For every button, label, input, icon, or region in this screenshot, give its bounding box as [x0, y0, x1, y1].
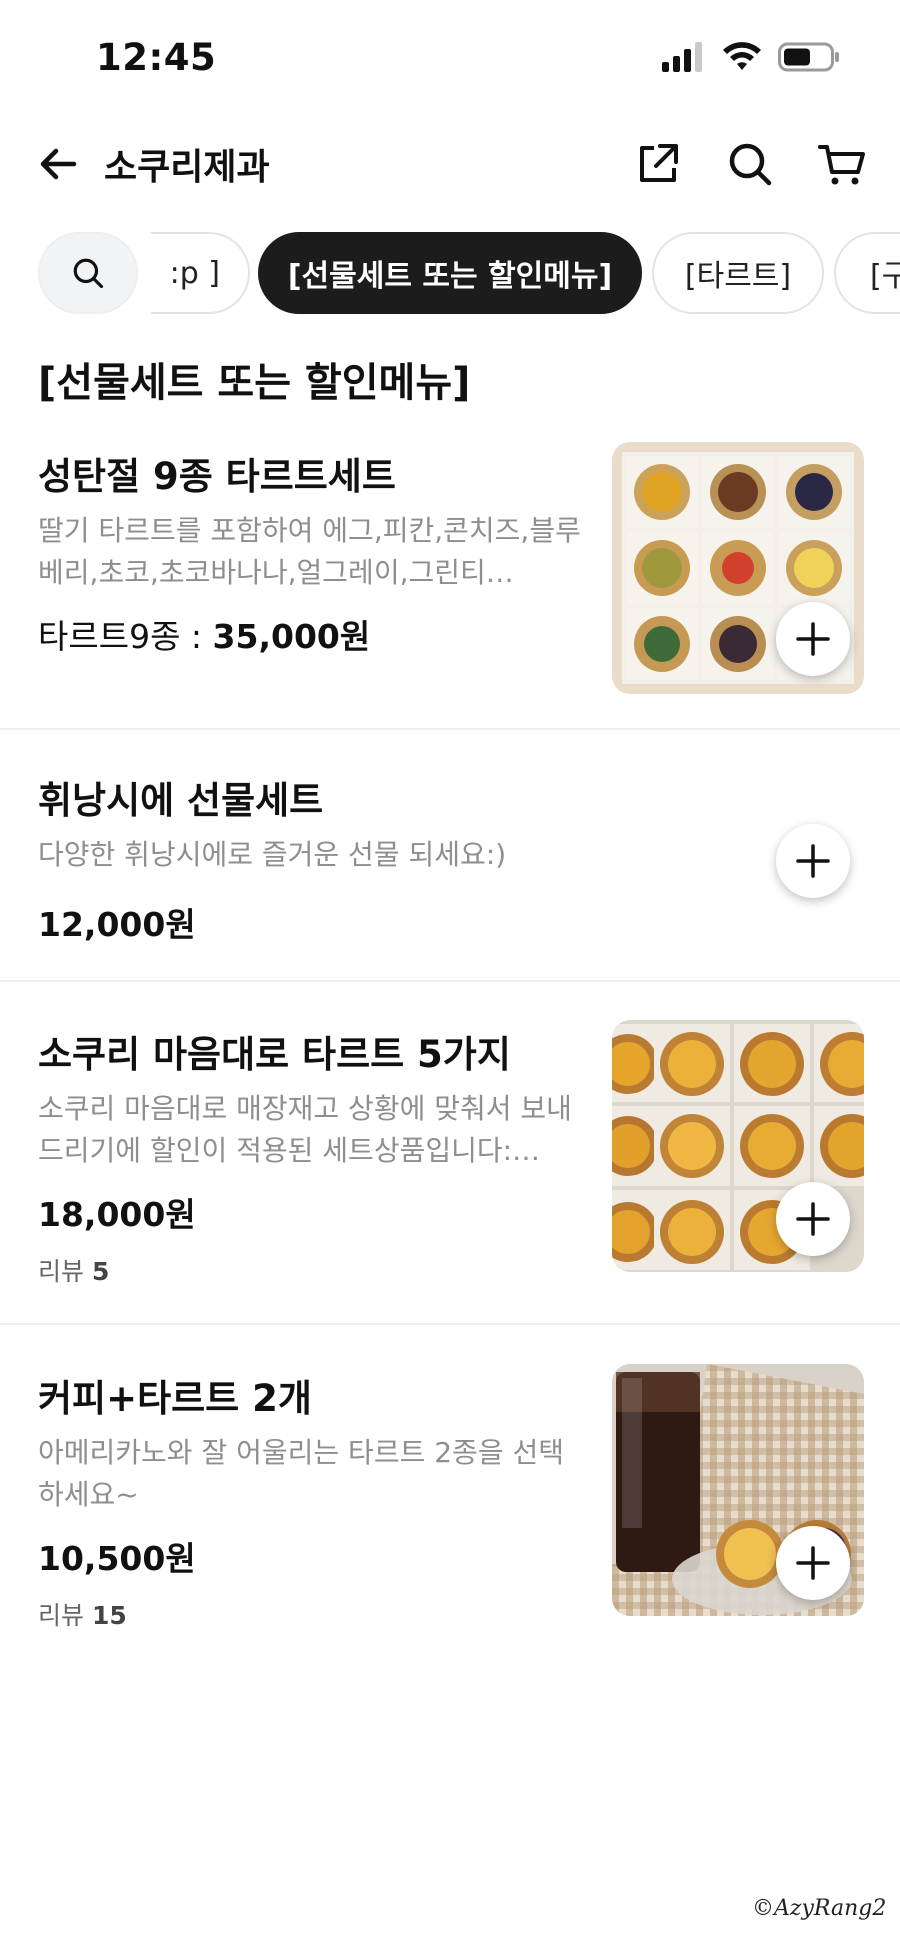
cellular-signal-icon	[662, 42, 702, 72]
back-arrow-icon[interactable]	[34, 140, 82, 188]
menu-item-name: 휘낭시에 선물세트	[38, 779, 324, 822]
menu-item[interactable]: 휘낭시에 선물세트 다양한 휘낭시에로 즐거운 선물 되세요:) 12,000원	[0, 730, 900, 980]
search-icon	[73, 258, 104, 289]
add-to-cart-button[interactable]	[776, 824, 850, 898]
menu-item[interactable]: 소쿠리 마음대로 타르트 5가지 소쿠리 마음대로 매장재고 상황에 맞춰서 보…	[0, 1018, 900, 1323]
menu-item-price: 18,000원	[38, 1188, 196, 1236]
status-bar: 12:45	[0, 0, 900, 110]
divider	[0, 1323, 900, 1325]
battery-icon	[778, 42, 839, 72]
price-value: 35,000원	[212, 617, 371, 656]
share-icon[interactable]	[634, 140, 682, 188]
review-label: 리뷰	[38, 1601, 85, 1630]
section-title: [선물세트 또는 할인메뉴]	[38, 360, 471, 406]
plus-icon	[796, 1546, 830, 1580]
plus-icon	[796, 1202, 830, 1236]
review-count: 15	[91, 1601, 127, 1630]
app-header: 소쿠리제과	[0, 120, 900, 208]
add-to-cart-button[interactable]	[776, 1526, 850, 1600]
divider	[0, 980, 900, 982]
add-to-cart-button[interactable]	[776, 1182, 850, 1256]
price-option-label: 타르트9종 :	[38, 617, 213, 656]
plus-icon	[796, 844, 830, 878]
menu-item-reviews: 리뷰 15	[38, 1596, 127, 1632]
menu-item-name: 성탄절 9종 타르트세트	[38, 455, 396, 498]
menu-item-price: 10,500원	[38, 1532, 196, 1580]
menu-item-price: 타르트9종 : 35,000원	[38, 610, 370, 658]
plus-icon	[796, 622, 830, 656]
cart-icon[interactable]	[818, 140, 866, 188]
menu-item-description: 소쿠리 마음대로 매장재고 상황에 맞춰서 보내드리기에 할인이 적용된 세트상…	[38, 1092, 572, 1167]
menu-item-description: 다양한 휘낭시에로 즐거운 선물 되세요:)	[38, 838, 507, 871]
chip-category[interactable]: [타르트]	[652, 232, 824, 314]
chip-category[interactable]: [구	[834, 232, 900, 314]
menu-item-name: 커피+타르트 2개	[38, 1377, 312, 1420]
status-icons	[662, 42, 840, 72]
menu-item-description: 아메리카노와 잘 어울리는 타르트 2종을 선택하세요~	[38, 1436, 564, 1511]
menu-item-description: 딸기 타르트를 포함하여 에그,피칸,콘치즈,블루베리,초코,초코바나나,얼그레…	[38, 514, 581, 589]
menu-item-name: 소쿠리 마음대로 타르트 5가지	[38, 1033, 511, 1076]
chip-search-button[interactable]	[38, 232, 138, 314]
review-label: 리뷰	[38, 1257, 85, 1286]
category-chips: :p ] [선물세트 또는 할인메뉴] [타르트] [구	[0, 232, 900, 316]
price-value: 18,000원	[38, 1195, 196, 1234]
watermark: ©AzyRang2	[752, 1896, 887, 1921]
chip-category[interactable]: :p ]	[150, 232, 250, 314]
page-title: 소쿠리제과	[104, 147, 270, 188]
menu-item[interactable]: 성탄절 9종 타르트세트 딸기 타르트를 포함하여 에그,피칸,콘치즈,블루베리…	[0, 440, 900, 730]
wifi-icon	[723, 42, 761, 70]
search-icon[interactable]	[726, 140, 774, 188]
menu-item-reviews: 리뷰 5	[38, 1252, 109, 1288]
review-count: 5	[91, 1257, 110, 1286]
add-to-cart-button[interactable]	[776, 602, 850, 676]
menu-item-price: 12,000원	[38, 898, 196, 946]
menu-item[interactable]: 커피+타르트 2개 아메리카노와 잘 어울리는 타르트 2종을 선택하세요~ 1…	[0, 1362, 900, 1662]
price-value: 12,000원	[38, 905, 196, 944]
status-time: 12:45	[96, 36, 217, 79]
price-value: 10,500원	[38, 1539, 196, 1578]
chip-category-active[interactable]: [선물세트 또는 할인메뉴]	[258, 232, 642, 314]
